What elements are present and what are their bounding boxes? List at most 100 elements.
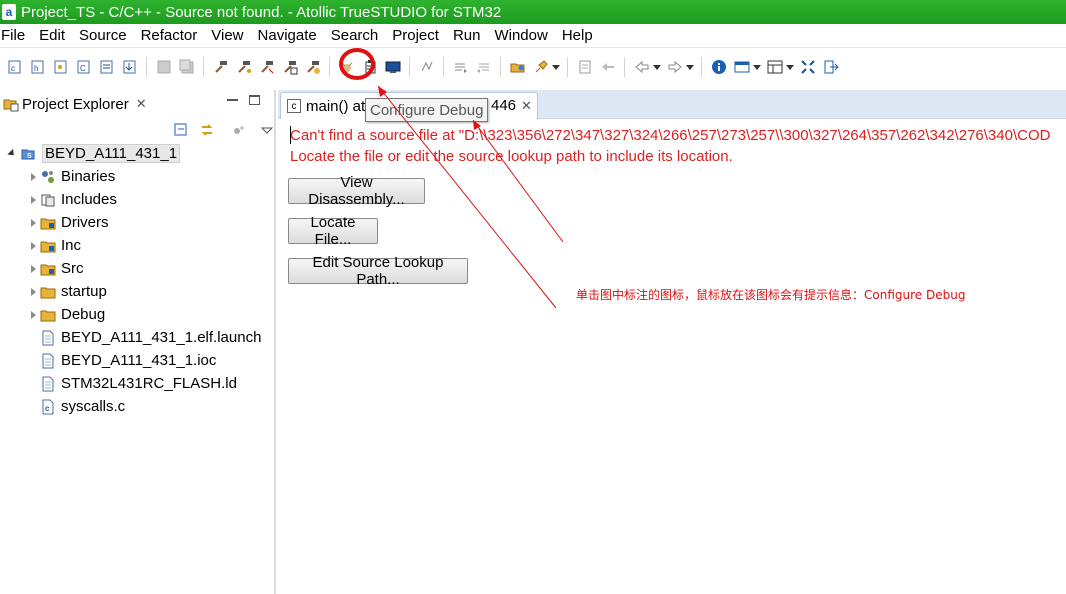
- view-disassembly-button[interactable]: View Disassembly...: [288, 174, 425, 208]
- maximize-button[interactable]: [249, 95, 260, 105]
- menu-edit[interactable]: Edit: [36, 27, 72, 44]
- layout-dropdown[interactable]: [786, 59, 794, 75]
- info-icon[interactable]: [710, 58, 728, 76]
- tree-item-startup[interactable]: startup: [0, 280, 274, 303]
- source-folder-icon: [40, 238, 56, 254]
- edit-source-lookup-button[interactable]: Edit Source Lookup Path...: [288, 254, 468, 288]
- run-icon[interactable]: [532, 58, 550, 76]
- window-icon[interactable]: [733, 58, 751, 76]
- menu-source[interactable]: Source: [76, 27, 134, 44]
- source-folder-icon: [40, 261, 56, 277]
- project-explorer-icon: [3, 99, 19, 112]
- expand-arrow-icon[interactable]: [28, 219, 38, 227]
- menu-project[interactable]: Project: [389, 27, 446, 44]
- expand-arrow-icon[interactable]: [28, 196, 38, 204]
- folder-icon: [40, 284, 56, 300]
- tree-item-drivers[interactable]: Drivers: [0, 211, 274, 234]
- editor-area: c main() at 446 ✕ Can't find a source fi…: [278, 90, 1066, 594]
- new-source-icon[interactable]: [52, 58, 70, 76]
- main-toolbar: c h C: [0, 48, 1066, 86]
- terminal-icon[interactable]: [384, 58, 402, 76]
- tree-item-label: BEYD_A111_431_1.ioc: [61, 352, 217, 369]
- forward-icon[interactable]: [666, 58, 684, 76]
- source-folder-icon: [40, 215, 56, 231]
- build-all-icon[interactable]: [235, 58, 253, 76]
- menu-file[interactable]: File: [0, 27, 32, 44]
- filter-icon[interactable]: [230, 121, 248, 139]
- project-explorer-tab[interactable]: Project Explorer ✕: [0, 90, 276, 118]
- expand-arrow-icon[interactable]: [7, 151, 17, 156]
- explorer-toolbar: [168, 121, 280, 139]
- tree-item-src[interactable]: Src: [0, 257, 274, 280]
- svg-text:h: h: [34, 64, 38, 73]
- menu-window[interactable]: Window: [491, 27, 554, 44]
- toolbar-separator: [500, 57, 501, 77]
- build-config-icon[interactable]: [304, 58, 322, 76]
- project-icon: S: [21, 146, 37, 162]
- menu-run[interactable]: Run: [450, 27, 488, 44]
- new-c-project-icon[interactable]: c: [6, 58, 24, 76]
- last-edit-icon[interactable]: [576, 58, 594, 76]
- new-header-icon[interactable]: h: [29, 58, 47, 76]
- menu-help[interactable]: Help: [559, 27, 600, 44]
- tree-item-debug[interactable]: Debug: [0, 303, 274, 326]
- maximize-icon[interactable]: [799, 58, 817, 76]
- expand-arrow-icon[interactable]: [28, 311, 38, 319]
- close-icon[interactable]: ✕: [521, 98, 532, 114]
- view-menu-icon[interactable]: [258, 121, 276, 139]
- prev-annotation-icon[interactable]: [475, 58, 493, 76]
- tree-item-ld-file[interactable]: STM32L431RC_FLASH.ld: [0, 372, 274, 395]
- expand-arrow-icon[interactable]: [28, 288, 38, 296]
- configure-debug-icon[interactable]: [361, 58, 379, 76]
- menu-search[interactable]: Search: [328, 27, 386, 44]
- toolbar-separator: [203, 57, 204, 77]
- clean-icon[interactable]: [258, 58, 276, 76]
- tree-item-label: syscalls.c: [61, 398, 126, 415]
- back-dropdown[interactable]: [653, 59, 661, 75]
- expand-arrow-icon[interactable]: [28, 265, 38, 273]
- expand-arrow-icon[interactable]: [28, 173, 38, 181]
- tree-item-ioc-file[interactable]: BEYD_A111_431_1.ioc: [0, 349, 274, 372]
- tree-root-project[interactable]: S BEYD_A111_431_1: [0, 142, 274, 165]
- tree-item-includes[interactable]: Includes: [0, 188, 274, 211]
- menu-bar: File Edit Source Refactor View Navigate …: [0, 24, 1066, 48]
- tree-item-label: startup: [61, 283, 107, 300]
- save-icon[interactable]: [155, 58, 173, 76]
- folder-icon: [40, 307, 56, 323]
- next-annotation-icon[interactable]: [452, 58, 470, 76]
- window-dropdown[interactable]: [753, 59, 761, 75]
- menu-refactor[interactable]: Refactor: [138, 27, 205, 44]
- layout-icon[interactable]: [766, 58, 784, 76]
- link-with-editor-icon[interactable]: [198, 121, 216, 139]
- tree-item-binaries[interactable]: Binaries: [0, 165, 274, 188]
- tree-item-label: Binaries: [61, 168, 116, 185]
- save-all-icon[interactable]: [178, 58, 196, 76]
- back-icon[interactable]: [633, 58, 651, 76]
- minimize-button[interactable]: [227, 99, 238, 101]
- import-icon[interactable]: [121, 58, 139, 76]
- tree-item-syscalls[interactable]: c syscalls.c: [0, 395, 274, 418]
- tree-item-inc[interactable]: Inc: [0, 234, 274, 257]
- c-file-icon: c: [287, 99, 301, 113]
- pin-icon[interactable]: [599, 58, 617, 76]
- tree-root-label: BEYD_A111_431_1: [42, 144, 181, 163]
- exit-icon[interactable]: [822, 58, 840, 76]
- svg-text:c: c: [45, 404, 50, 413]
- collapse-all-icon[interactable]: [172, 121, 190, 139]
- tree-item-launch-file[interactable]: BEYD_A111_431_1.elf.launch: [0, 326, 274, 349]
- open-folder-icon[interactable]: [509, 58, 527, 76]
- menu-navigate[interactable]: Navigate: [255, 27, 324, 44]
- rebuild-icon[interactable]: [281, 58, 299, 76]
- forward-dropdown[interactable]: [686, 59, 694, 75]
- close-icon[interactable]: ✕: [136, 96, 147, 112]
- new-class-icon[interactable]: C: [75, 58, 93, 76]
- link-icon[interactable]: [418, 58, 436, 76]
- menu-view[interactable]: View: [208, 27, 250, 44]
- title-bar: a Project_TS - C/C++ - Source not found.…: [0, 0, 1066, 24]
- build-icon[interactable]: [212, 58, 230, 76]
- locate-file-button[interactable]: Locate File...: [288, 214, 378, 248]
- run-dropdown[interactable]: [552, 59, 560, 75]
- expand-arrow-icon[interactable]: [28, 242, 38, 250]
- new-file-icon[interactable]: [98, 58, 116, 76]
- debug-icon[interactable]: [338, 58, 356, 76]
